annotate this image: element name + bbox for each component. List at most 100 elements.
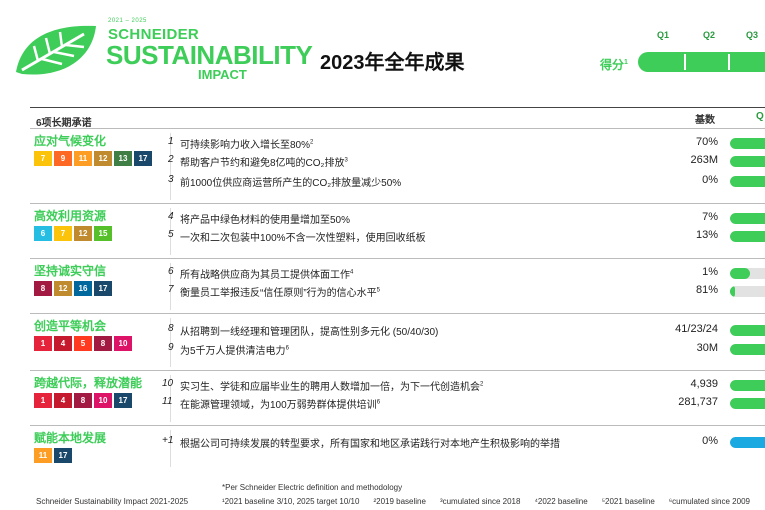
commitment-text: 所有战略供应商为其员工提供体面工作4 xyxy=(180,266,353,281)
progress-fill xyxy=(730,437,765,448)
footnote: ²2019 baseline xyxy=(373,497,426,506)
commitment-row: 3 前1000位供应商运营所产生的CO₂排放量减少50% 0% xyxy=(30,173,765,189)
baseline-value: 30M xyxy=(696,342,718,354)
commitment-text-body: 前1000位供应商运营所产生的CO₂排放量减少50% xyxy=(180,178,402,189)
quarter-label-q2: Q2 xyxy=(703,30,716,40)
commitment-row: 6 所有战略供应商为其员工提供体面工作4 1% xyxy=(30,265,765,281)
commitment-text: 实习生、学徒和应届毕业生的聘用人数增加一倍，为下一代创造机会2 xyxy=(180,378,483,393)
baseline-value: 41/23/24 xyxy=(675,323,718,335)
commitment-text: 可持续影响力收入增长至80%2 xyxy=(180,136,313,151)
quarter-column-header: Q xyxy=(756,111,764,122)
commitment-text-body: 可持续影响力收入增长至80% xyxy=(180,140,311,151)
commitment-text: 在能源管理领域，为100万弱势群体提供培训6 xyxy=(180,396,380,411)
baseline-value: 1% xyxy=(702,266,718,278)
baseline-value: 0% xyxy=(702,435,718,447)
commitment-text-body: 实习生、学徒和应届毕业生的聘用人数增加一倍，为下一代创造机会 xyxy=(180,382,480,393)
commitment-number: 4 xyxy=(168,211,174,222)
progress-track xyxy=(730,176,765,187)
commitment-number: 9 xyxy=(168,342,174,353)
footnote-marker: 6 xyxy=(376,399,381,406)
footnote: ⁵2021 baseline xyxy=(601,497,655,506)
progress-track xyxy=(730,437,765,448)
commitment-section: 跨越代际，释放潜能 1 4 8 10 17 10 实习生、学徒和应届毕业生的聘用人数增加一倍，… xyxy=(30,370,765,425)
commitment-row: +1 根据公司可持续发展的转型要求，所有国家和地区承诺践行对本地产生积极影响的举措… xyxy=(30,434,765,450)
commitment-text-body: 根据公司可持续发展的转型要求，所有国家和地区承诺践行对本地产生积极影响的举措 xyxy=(180,439,560,450)
baseline-value: 4,939 xyxy=(690,378,718,390)
footnote-marker: 4 xyxy=(350,269,354,276)
commitment-text-body: 从招聘到一线经理和管理团队，提高性别多元化 (50/40/30) xyxy=(180,327,439,338)
commitment-section: 高效利用资源 6 7 12 15 4 将产品中绿色材料的使用量增加至50% 7% 5 一次和二次包… xyxy=(30,203,765,258)
footnotes: ¹2021 baseline 3/10, 2025 target 10/10 ²… xyxy=(222,497,750,506)
commitment-number: +1 xyxy=(162,435,174,446)
quarter-label-q3: Q3 xyxy=(746,30,759,40)
commitment-text-body: 衡量员工举报违反“信任原则”行为的信心水平 xyxy=(180,288,377,299)
baseline-value: 281,737 xyxy=(678,396,718,408)
progress-track xyxy=(730,268,765,279)
commitment-row: 2 帮助客户节约和避免8亿吨的CO₂排放3 263M xyxy=(30,153,765,169)
progress-fill xyxy=(730,325,765,336)
commitment-text: 衡量员工举报违反“信任原则”行为的信心水平5 xyxy=(180,284,380,299)
footnote: ³cumulated since 2018 xyxy=(439,497,521,506)
baseline-value: 13% xyxy=(695,229,718,241)
commitment-number: 10 xyxy=(162,378,174,389)
progress-fill xyxy=(730,138,765,149)
progress-track xyxy=(730,380,765,391)
baseline-value: 7% xyxy=(702,211,718,223)
commitment-number: 11 xyxy=(162,396,173,407)
commitment-text: 为5千万人提供清洁电力6 xyxy=(180,342,289,357)
score-separator xyxy=(684,54,686,70)
commitment-row: 7 衡量员工举报违反“信任原则”行为的信心水平5 81% xyxy=(30,283,765,299)
baseline-value: 70% xyxy=(695,136,718,148)
score-progress-bar xyxy=(638,52,765,72)
progress-fill xyxy=(730,398,765,409)
progress-fill xyxy=(730,380,765,391)
sdg-17-icon: 17 xyxy=(54,448,72,463)
progress-fill xyxy=(730,231,765,242)
progress-track xyxy=(730,231,765,242)
commitment-row: 9 为5千万人提供清洁电力6 30M xyxy=(30,341,765,357)
score-separator xyxy=(728,54,730,70)
page-title: 2023年全年成果 xyxy=(320,52,465,74)
header-divider xyxy=(30,107,765,108)
commitment-text: 前1000位供应商运营所产生的CO₂排放量减少50% xyxy=(180,174,401,189)
commitment-number: 7 xyxy=(168,284,174,295)
commitment-section: 创造平等机会 1 4 5 8 10 8 从招聘到一线经理和管理团队，提高性别多元化 (50/4… xyxy=(30,313,765,370)
commitment-row: 8 从招聘到一线经理和管理团队，提高性别多元化 (50/40/30) 41/23/2… xyxy=(30,322,765,338)
commitment-number: 6 xyxy=(168,266,174,277)
commitment-number: 1 xyxy=(168,136,174,147)
commitment-number: 3 xyxy=(168,174,174,185)
progress-fill xyxy=(730,344,765,355)
commitment-section: 坚持诚实守信 8 12 16 17 6 所有战略供应商为其员工提供体面工作4 1% 7 衡量员工举… xyxy=(30,258,765,313)
footnote-marker: 5 xyxy=(376,287,381,294)
commitments-header: 6项长期承诺 xyxy=(36,118,92,129)
progress-track xyxy=(730,398,765,409)
commitment-section: 应对气候变化 7 9 11 12 13 17 1 可持续影响力收入增长至80%2 70% 2 帮助客户… xyxy=(30,128,765,203)
footnote: ⁶cumulated since 2009 xyxy=(668,497,750,506)
sdg-icon-row: 11 17 xyxy=(34,448,72,463)
commitment-number: 5 xyxy=(168,229,174,240)
footnote-marker: 2 xyxy=(480,381,484,388)
quarter-label-q1: Q1 xyxy=(657,30,670,40)
progress-track xyxy=(730,138,765,149)
baseline-value: 81% xyxy=(695,284,718,296)
commitment-text-body: 所有战略供应商为其员工提供体面工作 xyxy=(180,270,350,281)
brand-logo: 2021 – 2025 SCHNEIDER SUSTAINABILITY IMP… xyxy=(12,14,313,84)
commitment-text: 根据公司可持续发展的转型要求，所有国家和地区承诺践行对本地产生积极影响的举措 xyxy=(180,435,560,450)
footnote-marker: 3 xyxy=(344,157,348,164)
commitment-row: 11 在能源管理领域，为100万弱势群体提供培训6 281,737 xyxy=(30,395,765,411)
footnote: ⁴2022 baseline xyxy=(534,497,588,506)
commitment-text-body: 为5千万人提供清洁电力 xyxy=(180,346,286,357)
logo-years: 2021 – 2025 xyxy=(108,18,147,24)
commitment-text-body: 将产品中绿色材料的使用量增加至50% xyxy=(180,215,351,226)
footer-label: Schneider Sustainability Impact 2021-202… xyxy=(36,497,189,506)
progress-fill xyxy=(730,176,765,187)
commitment-row: 4 将产品中绿色材料的使用量增加至50% 7% xyxy=(30,210,765,226)
progress-track xyxy=(730,344,765,355)
commitment-text: 从招聘到一线经理和管理团队，提高性别多元化 (50/40/30) xyxy=(180,323,438,338)
progress-fill xyxy=(730,156,765,167)
commitment-text-body: 帮助客户节约和避免8亿吨的CO₂排放 xyxy=(180,158,345,169)
leaf-icon xyxy=(16,25,96,75)
footer-methodology-note: *Per Schneider Electric definition and m… xyxy=(222,483,403,492)
progress-track xyxy=(730,156,765,167)
baseline-header: 基数 xyxy=(695,115,715,126)
